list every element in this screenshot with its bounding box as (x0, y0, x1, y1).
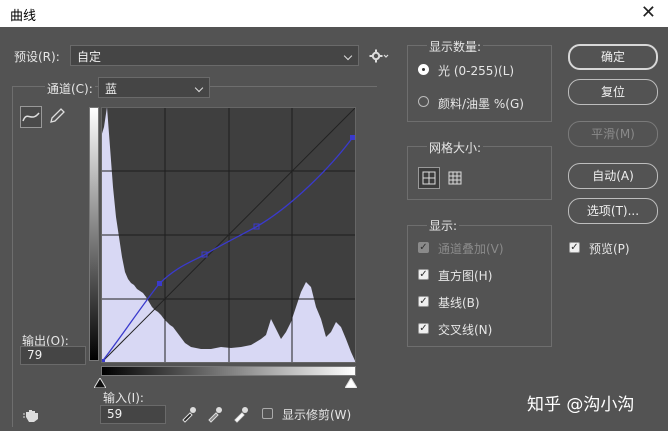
input-gradient-bar (101, 366, 356, 376)
curve-tool-icon[interactable] (20, 106, 42, 128)
black-point-slider[interactable] (93, 377, 107, 389)
show-amount-title: 显示数量: (427, 38, 484, 55)
display-title: 显示: (427, 217, 460, 234)
gear-icon[interactable] (368, 46, 390, 66)
curve-graph[interactable] (100, 106, 357, 364)
output-value: 79 (27, 348, 43, 362)
auto-button[interactable]: 自动(A) (568, 163, 658, 189)
channel-label: 通道(C): (45, 80, 95, 97)
pigment-label: 颜料/油墨 %(G) (438, 97, 524, 111)
eyedropper-white-icon[interactable] (232, 405, 250, 423)
light-label: 光 (0-255)(L) (438, 64, 515, 78)
output-gradient-bar (89, 107, 99, 361)
preview-checkbox[interactable]: ✓ (569, 242, 580, 253)
ok-button[interactable]: 确定 (568, 44, 658, 70)
channel-value: 蓝 (105, 82, 118, 96)
histogram-label: 直方图(H) (438, 269, 493, 283)
baseline-label: 基线(B) (438, 296, 480, 310)
hand-adjust-icon[interactable] (22, 405, 44, 425)
channel-overlay-checkbox[interactable]: ✓ (418, 242, 429, 253)
eyedropper-gray-icon[interactable] (206, 405, 224, 423)
reset-button[interactable]: 复位 (568, 79, 658, 105)
channel-select[interactable]: 蓝 (98, 77, 210, 98)
light-radio[interactable] (418, 64, 429, 75)
grid-4-icon[interactable] (418, 167, 440, 189)
watermark-text: 知乎 @沟小沟 (527, 395, 635, 415)
preset-select[interactable]: 自定 (70, 45, 359, 66)
close-icon[interactable]: ✕ (641, 2, 656, 23)
crosshair-label: 交叉线(N) (438, 323, 493, 337)
show-clipping-checkbox[interactable] (262, 408, 273, 419)
input-value: 59 (107, 407, 123, 421)
baseline-checkbox[interactable]: ✓ (418, 296, 429, 307)
preset-value: 自定 (77, 50, 102, 64)
preset-label: 预设(R): (14, 50, 60, 64)
white-point-slider[interactable] (344, 377, 358, 389)
smooth-button[interactable]: 平滑(M) (568, 121, 658, 147)
pencil-icon[interactable] (46, 106, 68, 128)
eyedropper-black-icon[interactable] (180, 405, 198, 423)
options-button[interactable]: 选项(T)... (568, 198, 658, 224)
histogram-checkbox[interactable]: ✓ (418, 269, 429, 280)
channel-overlay-label: 通道叠加(V) (438, 242, 504, 256)
input-label: 输入(I): (103, 391, 144, 405)
grid-10-icon[interactable] (444, 167, 466, 189)
window-title: 曲线 (10, 9, 37, 24)
show-clipping-label: 显示修剪(W) (282, 408, 352, 422)
grid-size-title: 网格大小: (427, 139, 484, 156)
input-field[interactable]: 59 (100, 405, 166, 424)
preview-label: 预览(P) (589, 242, 630, 256)
pigment-radio[interactable] (418, 96, 429, 107)
crosshair-checkbox[interactable]: ✓ (418, 323, 429, 334)
output-field[interactable]: 79 (20, 346, 86, 365)
title-bar: 曲线 ✕ (0, 0, 668, 27)
